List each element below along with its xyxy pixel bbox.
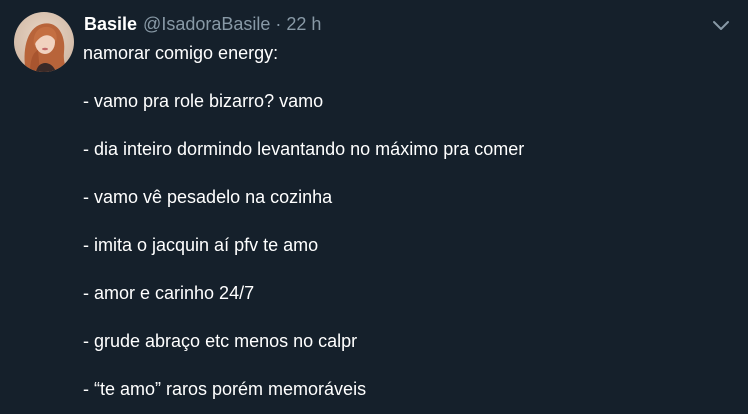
tweet-list-item: - “te amo” raros porém memoráveis — [83, 379, 367, 399]
tweet-header: Basile @IsadoraBasile · 22 h — [84, 12, 321, 36]
tweet-list-item: - vamo pra role bizarro? vamo — [83, 91, 324, 111]
avatar[interactable] — [14, 12, 74, 72]
profile-photo-icon — [14, 12, 74, 72]
tweet-list-item: - dia inteiro dormindo levantando no máx… — [83, 139, 525, 159]
timestamp[interactable]: 22 h — [286, 12, 321, 36]
user-handle[interactable]: @IsadoraBasile — [143, 12, 270, 36]
separator-dot: · — [275, 14, 282, 34]
chevron-down-icon[interactable] — [710, 15, 732, 35]
tweet-intro-line: namorar comigo energy: — [83, 43, 279, 63]
display-name[interactable]: Basile — [84, 12, 137, 36]
tweet-text: namorar comigo energy: - vamo pra role b… — [83, 41, 733, 414]
tweet-list-item: - amor e carinho 24/7 — [83, 283, 255, 303]
tweet-list-item: - imita o jacquin aí pfv te amo — [83, 235, 319, 255]
tweet-list-item: - grude abraço etc menos no calpr — [83, 331, 358, 351]
tweet-list-item: - vamo vê pesadelo na cozinha — [83, 187, 333, 207]
tweet: Basile @IsadoraBasile · 22 h namorar com… — [0, 0, 748, 414]
